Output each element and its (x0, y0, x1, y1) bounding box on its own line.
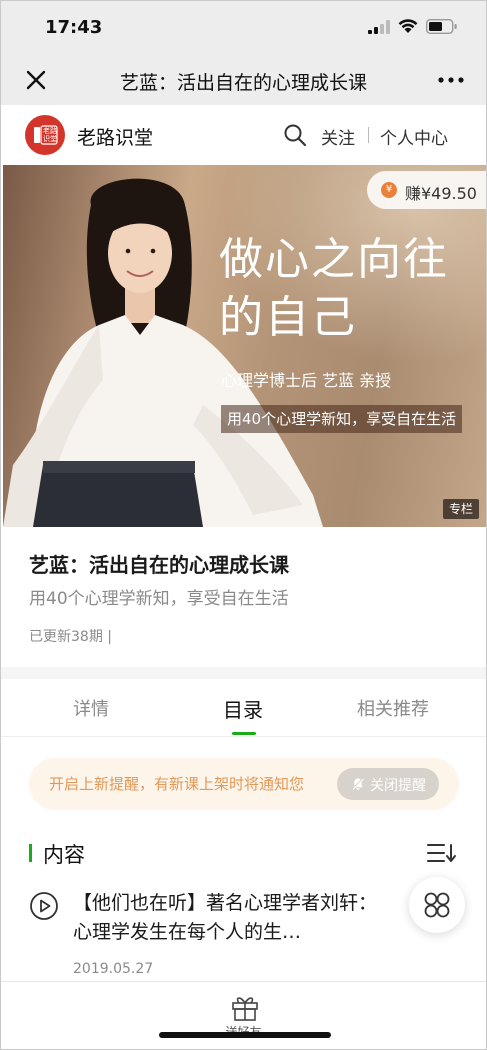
item-title: 【他们也在听】著名心理学者刘轩：心理学发生在每个人的生… (73, 892, 378, 943)
gift-icon[interactable] (230, 993, 260, 1021)
close-reminder-button[interactable]: 关闭提醒 (337, 768, 439, 800)
column-badge: 专栏 (442, 499, 479, 519)
banner-tagline: 用40个心理学新知，享受自在生活 (221, 405, 463, 433)
signal-icon (368, 19, 390, 34)
brand-logo[interactable]: 老路识堂 (25, 115, 65, 155)
content-heading: 内容 (43, 843, 85, 867)
earn-badge[interactable]: ¥ 赚¥49.50 (367, 171, 486, 209)
floating-menu-button[interactable] (409, 877, 465, 933)
earn-amount: 赚¥49.50 (405, 184, 477, 203)
close-reminder-label: 关闭提醒 (370, 778, 426, 794)
nav-bar: 艺蓝：活出自在的心理成长课 (1, 55, 486, 105)
course-subtitle: 用40个心理学新知，享受自在生活 (29, 589, 289, 609)
home-indicator (159, 1032, 331, 1038)
tab-details[interactable]: 详情 (73, 695, 109, 721)
section-divider (1, 667, 486, 679)
item-date: 2019.05.27 (73, 961, 154, 977)
status-icons (368, 19, 458, 34)
tab-bar: 详情 目录 相关推荐 (1, 679, 486, 737)
brand-name[interactable]: 老路识堂 (77, 123, 153, 150)
heading-accent-bar (29, 844, 32, 862)
course-title: 艺蓝：活出自在的心理成长课 (29, 553, 289, 577)
update-notice: 开启上新提醒，有新课上架时将通知您 关闭提醒 (29, 758, 459, 810)
wifi-icon (398, 19, 418, 33)
banner-author: 心理学博士后 艺蓝 亲授 (221, 371, 392, 390)
user-center-link[interactable]: 个人中心 (380, 124, 448, 149)
search-icon[interactable] (283, 123, 307, 147)
banner-headline: 做心之向往 的自己 (219, 231, 479, 347)
tab-catalog[interactable]: 目录 (223, 694, 263, 723)
banner-headline-line1: 做心之向往 (219, 234, 449, 285)
follow-button[interactable]: 关注 (321, 124, 355, 149)
banner-headline-line2: 的自己 (219, 292, 357, 343)
play-icon[interactable] (29, 891, 59, 921)
status-bar: 17:43 (1, 1, 486, 55)
bell-off-icon (351, 777, 365, 791)
update-count: 已更新38期 | (29, 629, 112, 645)
status-time: 17:43 (45, 17, 103, 38)
bottom-bar: 送好友 (1, 981, 486, 1049)
battery-icon (426, 19, 457, 34)
notice-text: 开启上新提醒，有新课上架时将通知您 (49, 775, 305, 793)
page-title: 艺蓝：活出自在的心理成长课 (119, 72, 367, 94)
header-divider (368, 127, 369, 143)
sort-icon[interactable] (427, 841, 459, 865)
app-frame: 17:43 艺蓝：活出自在的心理成长课 老路识堂 老路识堂 关注 个人中心 ¥ … (0, 0, 487, 1050)
active-tab-indicator (232, 732, 256, 735)
grid-icon (424, 892, 450, 918)
brand-logo-text: 老路识堂 (43, 127, 57, 143)
course-info: 艺蓝：活出自在的心理成长课 用40个心理学新知，享受自在生活 已更新38期 | (1, 527, 486, 667)
course-banner[interactable]: ¥ 赚¥49.50 做心之向往 的自己 心理学博士后 艺蓝 亲授 用40个心理学… (3, 165, 486, 527)
brand-header: 老路识堂 老路识堂 关注 个人中心 (1, 105, 486, 165)
coin-icon: ¥ (381, 182, 397, 198)
more-icon[interactable] (436, 67, 466, 93)
tab-recommendations[interactable]: 相关推荐 (357, 695, 429, 721)
